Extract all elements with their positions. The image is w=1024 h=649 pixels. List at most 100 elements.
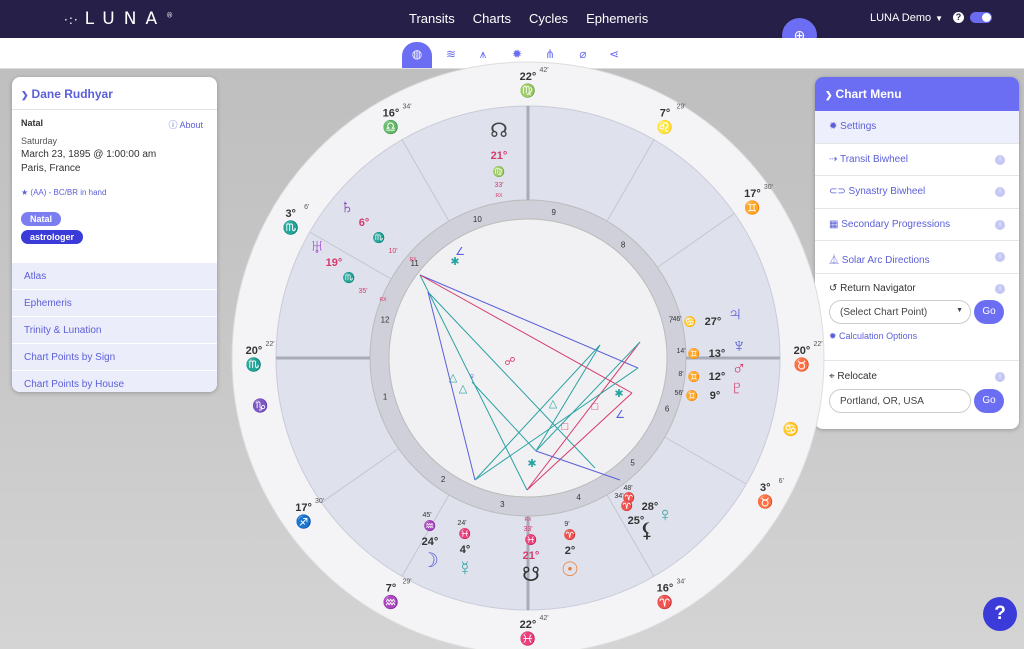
planet-sign-glyph: ♏ bbox=[343, 271, 355, 284]
aspect-glyph: ☍ bbox=[504, 356, 515, 368]
planet-degree: 2° bbox=[565, 545, 576, 557]
planet-sign-glyph: ♈ bbox=[621, 499, 633, 512]
retrograde-marker: RX bbox=[525, 517, 533, 523]
aspect-glyph: ✱ bbox=[527, 458, 536, 470]
cusp-sign-glyph: ♏ bbox=[283, 220, 299, 235]
planet-sign-glyph: ♊ bbox=[688, 347, 700, 360]
cusp-degree: 16° bbox=[657, 582, 674, 594]
cusp-sign-glyph: ♉ bbox=[757, 494, 773, 509]
cusp-minutes: 34' bbox=[402, 104, 411, 111]
planet-degree: 13° bbox=[709, 348, 726, 360]
house-number: 5 bbox=[630, 459, 635, 468]
house-number: 6 bbox=[665, 405, 670, 414]
planet-glyph: ♃ bbox=[728, 303, 743, 325]
cusp-degree: 20° bbox=[246, 345, 263, 357]
cusp-degree: 17° bbox=[295, 502, 312, 514]
planet-minutes: 33' bbox=[494, 182, 503, 189]
cusp-sign-glyph: ♎ bbox=[383, 120, 399, 135]
cusp-degree: 7° bbox=[386, 582, 397, 594]
aspect-glyph: ∠ bbox=[455, 246, 465, 258]
planet-glyph: ♅ bbox=[310, 236, 325, 258]
house-number: 3 bbox=[500, 500, 505, 509]
cusp-sign-glyph: ♍ bbox=[520, 83, 536, 98]
aspect-glyph: ♀ bbox=[468, 371, 476, 383]
cusp-sign-glyph: ♌ bbox=[657, 120, 673, 135]
cusp-degree: 20° bbox=[794, 345, 811, 357]
planet-degree: 25° bbox=[628, 515, 645, 527]
cusp-minutes: 29' bbox=[676, 104, 685, 111]
planet-minutes: 48' bbox=[623, 485, 632, 492]
retrograde-marker: RX bbox=[410, 257, 418, 263]
cusp-sign-glyph: ♓ bbox=[520, 631, 536, 646]
planet-minutes: 10' bbox=[388, 248, 397, 255]
cusp-sign-glyph: ♐ bbox=[295, 514, 311, 529]
cusp-minutes: 30' bbox=[764, 184, 773, 191]
planet-glyph: ☊ bbox=[490, 120, 508, 142]
cusp-minutes: 6' bbox=[304, 204, 309, 211]
planet-minutes: 14' bbox=[676, 348, 685, 355]
cusp-minutes: 22' bbox=[265, 341, 274, 348]
planet-sign-glyph: ♓ bbox=[525, 533, 537, 546]
planet-sign-glyph: ♓ bbox=[459, 527, 471, 540]
house-number: 12 bbox=[381, 316, 390, 325]
cusp-degree: 22° bbox=[520, 71, 537, 83]
house-number: 10 bbox=[473, 215, 482, 224]
cusp-minutes: 34' bbox=[676, 578, 685, 585]
planet-minutes: 35' bbox=[358, 288, 367, 295]
planet-degree: 12° bbox=[709, 371, 726, 383]
house-number: 1 bbox=[383, 392, 388, 401]
help-button[interactable]: ? bbox=[983, 597, 1017, 631]
planet-glyph: ♆ bbox=[732, 335, 747, 357]
planet-degree: 6° bbox=[359, 217, 370, 229]
planet-glyph: ♀ bbox=[658, 504, 673, 526]
planet-minutes: 34' bbox=[614, 493, 623, 500]
cusp-degree: 3° bbox=[285, 208, 296, 220]
cusp-minutes: 22' bbox=[813, 341, 822, 348]
planet-degree: 4° bbox=[460, 544, 471, 556]
aspect-glyph: △ bbox=[549, 398, 558, 410]
cusp-degree: 7° bbox=[660, 108, 671, 120]
aspect-glyph: △ bbox=[449, 372, 458, 384]
aspect-glyph: △ bbox=[459, 383, 468, 395]
cusp-degree: 22° bbox=[520, 619, 537, 631]
planet-degree: 24° bbox=[422, 536, 439, 548]
aspect-glyph: ∠ bbox=[615, 409, 625, 421]
planet-sign-glyph: ♍ bbox=[493, 165, 505, 178]
planet-glyph: ♄ bbox=[340, 196, 355, 218]
planet-glyph: ☽ bbox=[421, 550, 439, 572]
planet-glyph: ☉ bbox=[561, 559, 579, 581]
intercepted-sign-glyph: ♋ bbox=[783, 421, 799, 436]
intercepted-sign-glyph: ♑ bbox=[252, 398, 268, 413]
cusp-degree: 17° bbox=[744, 188, 761, 200]
planet-degree: 21° bbox=[523, 550, 540, 562]
cusp-sign-glyph: ♒ bbox=[383, 594, 399, 609]
planet-minutes: 24' bbox=[457, 520, 466, 527]
planet-sign-glyph: ♋ bbox=[684, 315, 696, 328]
planet-sign-glyph: ♊ bbox=[686, 389, 698, 402]
cusp-minutes: 6' bbox=[779, 478, 784, 485]
planet-glyph: ☋ bbox=[522, 564, 540, 586]
planet-glyph: ☿ bbox=[458, 558, 473, 580]
natal-chart-wheel: 22°♍42'7°♌29'17°♊30'20°♉22'3°♉6'16°♈34'2… bbox=[231, 61, 825, 649]
planet-sign-glyph: ♒ bbox=[424, 519, 436, 532]
house-number: 9 bbox=[551, 208, 556, 217]
planet-glyph: ♇ bbox=[730, 377, 745, 399]
planet-minutes: 56' bbox=[674, 390, 683, 397]
cusp-sign-glyph: ♏ bbox=[246, 357, 262, 372]
retrograde-marker: RX bbox=[496, 193, 504, 199]
planet-minutes: 33' bbox=[523, 526, 532, 533]
cusp-degree: 3° bbox=[760, 482, 771, 494]
planet-degree: 19° bbox=[326, 257, 343, 269]
cusp-minutes: 42' bbox=[539, 615, 548, 622]
planet-minutes: 9' bbox=[564, 521, 569, 528]
cusp-degree: 16° bbox=[383, 108, 400, 120]
cusp-sign-glyph: ♊ bbox=[744, 200, 760, 215]
planet-sign-glyph: ♏ bbox=[373, 231, 385, 244]
planet-minutes: 46' bbox=[672, 316, 681, 323]
cusp-minutes: 29' bbox=[402, 578, 411, 585]
retrograde-marker: RX bbox=[380, 297, 388, 303]
cusp-minutes: 42' bbox=[539, 67, 548, 74]
planet-degree: 9° bbox=[710, 390, 721, 402]
planet-degree: 21° bbox=[491, 150, 508, 162]
planet-sign-glyph: ♈ bbox=[564, 528, 576, 541]
